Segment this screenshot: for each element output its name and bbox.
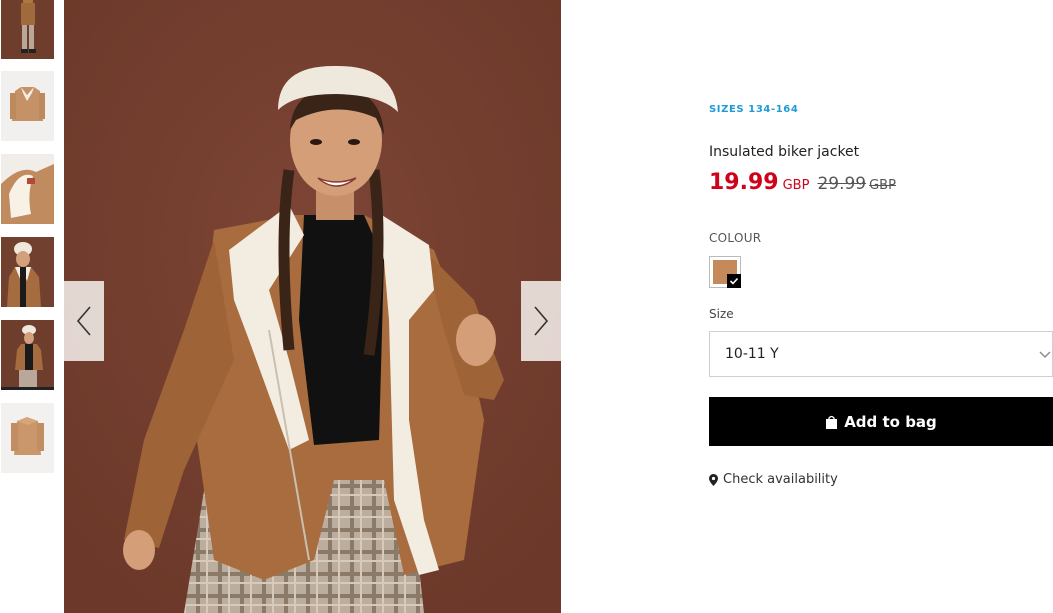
- size-selected-value: 10-11 Y: [725, 346, 779, 362]
- sale-price: 19.99: [709, 170, 779, 195]
- main-product-image[interactable]: [64, 0, 561, 613]
- shopping-bag-icon: [826, 415, 838, 429]
- thumbnail-4[interactable]: [1, 237, 54, 307]
- check-availability-link[interactable]: Check availability: [709, 472, 838, 487]
- checkmark-icon: [727, 274, 741, 288]
- original-price: 29.99: [817, 174, 867, 194]
- add-to-bag-label: Add to bag: [844, 412, 937, 431]
- chevron-right-icon: [534, 306, 549, 336]
- product-page: SIZES 134-164 Insulated biker jacket 19.…: [0, 0, 1053, 613]
- price-row: 19.99 GBP 29.99 GBP: [709, 170, 896, 195]
- thumbnail-strip: [0, 0, 56, 613]
- model-photo: [64, 0, 561, 613]
- thumbnail-1[interactable]: [1, 0, 54, 59]
- sale-price-currency: GBP: [782, 178, 810, 193]
- original-price-currency: GBP: [869, 178, 896, 193]
- thumbnail-5[interactable]: [1, 320, 54, 390]
- add-to-bag-button[interactable]: Add to bag: [709, 397, 1053, 446]
- colour-swatch-selected[interactable]: [709, 256, 741, 288]
- thumbnail-3[interactable]: [1, 154, 54, 224]
- chevron-left-icon: [76, 306, 91, 336]
- location-pin-icon: [709, 473, 718, 486]
- chevron-down-icon: [1039, 351, 1051, 358]
- check-availability-label: Check availability: [723, 472, 838, 487]
- size-label: Size: [709, 307, 734, 321]
- sizes-tag: SIZES 134-164: [709, 104, 799, 115]
- thumbnail-6[interactable]: [1, 403, 54, 473]
- colour-label: COLOUR: [709, 231, 762, 245]
- size-dropdown[interactable]: 10-11 Y: [709, 331, 1053, 377]
- product-title: Insulated biker jacket: [709, 144, 860, 160]
- thumbnail-2[interactable]: [1, 71, 54, 141]
- next-image-button[interactable]: [521, 281, 561, 361]
- previous-image-button[interactable]: [64, 281, 104, 361]
